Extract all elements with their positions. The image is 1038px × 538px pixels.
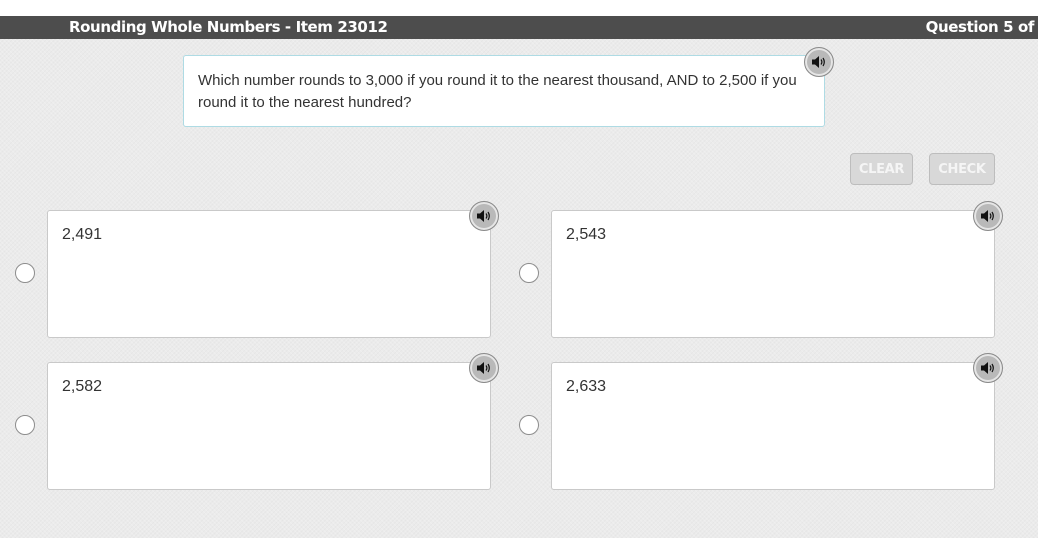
option-1-radio[interactable] [15,263,35,283]
option-3-label: 2,582 [62,378,103,395]
option-2-radio[interactable] [519,263,539,283]
option-4-label: 2,633 [566,378,607,395]
question-prompt-box: Which number rounds to 3,000 if you roun… [183,55,825,127]
question-audio-button[interactable] [804,47,834,77]
option-2-audio-button[interactable] [973,201,1003,231]
option-1-label: 2,491 [62,226,103,243]
option-3-card[interactable]: 2,582 [47,362,491,490]
option-2-card[interactable]: 2,543 [551,210,995,338]
option-4-card[interactable]: 2,633 [551,362,995,490]
option-4-audio-button[interactable] [973,353,1003,383]
top-strip [0,0,1038,16]
check-button[interactable]: CHECK [929,153,995,185]
option-1-card[interactable]: 2,491 [47,210,491,338]
speaker-icon [812,56,825,68]
clear-button[interactable]: CLEAR [850,153,913,185]
option-3-radio[interactable] [15,415,35,435]
question-progress: Question 5 of [925,18,1035,36]
header-bar: Rounding Whole Numbers - Item 23012 Ques… [0,16,1038,39]
speaker-icon [981,210,994,222]
option-2-label: 2,543 [566,226,607,243]
speaker-icon [981,362,994,374]
activity-title: Rounding Whole Numbers - Item 23012 [69,18,388,36]
option-3-audio-button[interactable] [469,353,499,383]
option-1-audio-button[interactable] [469,201,499,231]
speaker-icon [477,362,490,374]
option-4-radio[interactable] [519,415,539,435]
speaker-icon [477,210,490,222]
question-text: Which number rounds to 3,000 if you roun… [198,72,797,111]
